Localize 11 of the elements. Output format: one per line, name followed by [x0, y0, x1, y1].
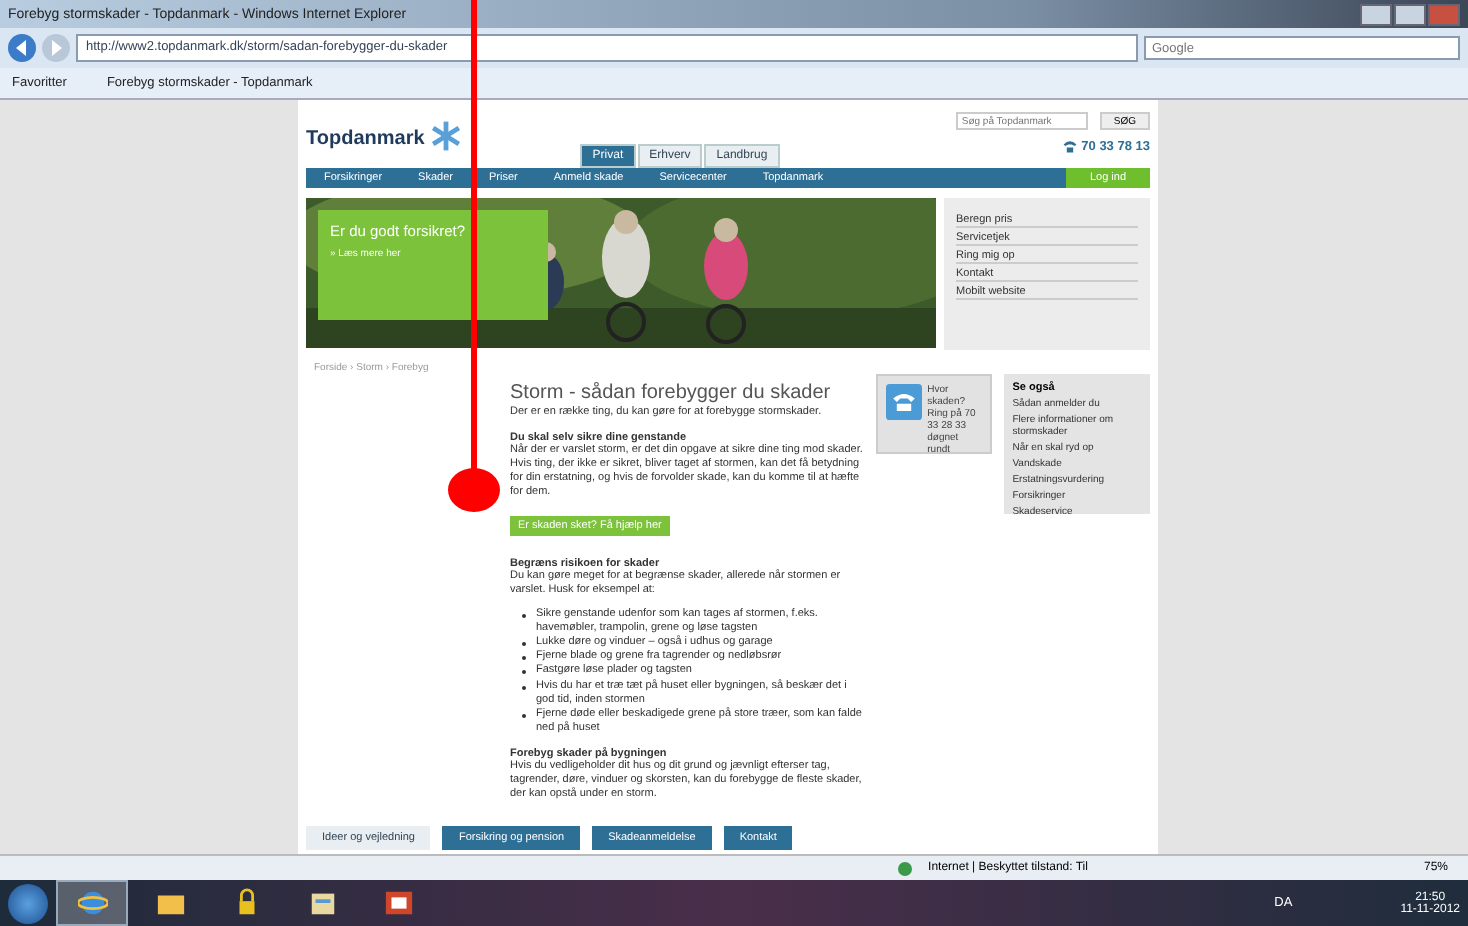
snowflake-icon — [430, 120, 463, 152]
telephone-icon — [1061, 138, 1078, 154]
logo: Topdanmark — [306, 128, 425, 150]
article-title: Storm - sådan forebygger du skader — [510, 382, 833, 404]
back-button[interactable] — [8, 34, 36, 62]
presentation-icon — [383, 888, 413, 918]
start-button[interactable] — [8, 883, 48, 923]
telephone-icon — [885, 384, 922, 420]
maximize-button[interactable] — [1394, 3, 1426, 25]
minimize-button[interactable] — [1360, 3, 1392, 25]
files-icon — [307, 888, 337, 918]
